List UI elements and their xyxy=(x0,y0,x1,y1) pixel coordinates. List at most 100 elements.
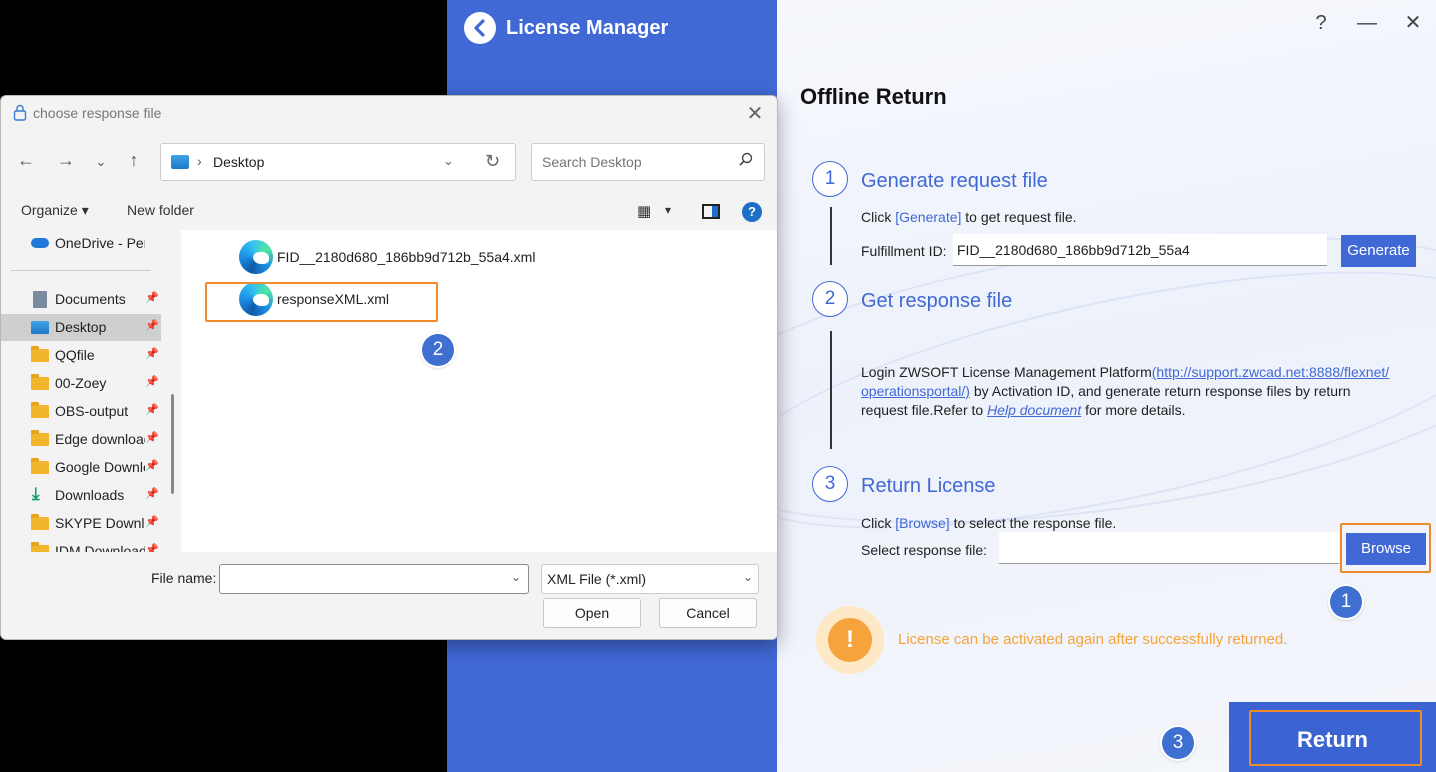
lock-icon xyxy=(13,104,27,124)
help-icon[interactable]: ? xyxy=(1306,10,1336,36)
pin-icon: 📌 xyxy=(145,320,159,332)
nav-item-google-downloads[interactable]: Google Downloads 📌 xyxy=(1,454,161,481)
pin-icon: 📌 xyxy=(145,460,159,472)
page-title: Offline Return xyxy=(800,84,947,109)
navigation-pane: OneDrive - Personal Documents 📌 Desktop … xyxy=(1,230,181,552)
generate-link[interactable]: [Generate] xyxy=(895,209,961,225)
search-input[interactable] xyxy=(531,143,765,181)
chevron-down-icon[interactable]: ▾ xyxy=(665,203,671,217)
annotation-badge-1: 1 xyxy=(1330,586,1362,618)
address-bar[interactable]: › Desktop ⌄ ↻ xyxy=(160,143,516,181)
fulfillment-id-field[interactable]: FID__2180d680_186bb9d712b_55a4 xyxy=(953,234,1327,266)
nav-item-qqfile[interactable]: QQfile 📌 xyxy=(1,342,161,369)
nav-item-edge-downloads[interactable]: Edge downloads 📌 xyxy=(1,426,161,453)
nav-divider xyxy=(11,270,151,271)
edge-browser-icon xyxy=(239,240,273,274)
pin-icon: 📌 xyxy=(145,432,159,444)
organize-button[interactable]: Organize ▾ xyxy=(21,202,89,219)
close-icon[interactable]: ✕ xyxy=(743,101,767,126)
search-icon xyxy=(739,152,753,169)
generate-button[interactable]: Generate xyxy=(1341,235,1416,267)
file-type-select[interactable]: XML File (*.xml) xyxy=(541,564,759,594)
folder-icon xyxy=(31,430,49,446)
nav-item-documents[interactable]: Documents 📌 xyxy=(1,286,161,313)
pin-icon: 📌 xyxy=(145,348,159,360)
browse-link[interactable]: [Browse] xyxy=(895,515,949,531)
annotation-badge-3: 3 xyxy=(1162,727,1194,759)
cloud-icon xyxy=(31,238,49,248)
step-2-description: Login ZWSOFT License Management Platform… xyxy=(861,364,1390,418)
breadcrumb-separator: › xyxy=(197,153,202,169)
document-icon xyxy=(33,291,47,308)
breadcrumb[interactable]: Desktop xyxy=(213,154,264,170)
nav-item-downloads[interactable]: ⤓ Downloads 📌 xyxy=(1,482,161,509)
step-2-number: 2 xyxy=(812,281,848,317)
chevron-down-icon[interactable]: ⌄ xyxy=(511,570,521,584)
preview-pane-icon[interactable] xyxy=(702,204,720,219)
nav-item-desktop[interactable]: Desktop 📌 xyxy=(1,314,161,341)
open-button[interactable]: Open xyxy=(543,598,641,628)
nav-scrollbar[interactable] xyxy=(171,394,174,494)
fulfillment-id-label: Fulfillment ID: xyxy=(861,243,947,259)
back-arrow-icon[interactable]: ← xyxy=(15,150,37,171)
close-icon[interactable]: ✕ xyxy=(1398,10,1428,36)
pin-icon: 📌 xyxy=(145,376,159,388)
app-title: License Manager xyxy=(506,17,669,39)
browse-highlight xyxy=(1340,523,1431,573)
nav-item-skype-downloads[interactable]: SKYPE Downloads 📌 xyxy=(1,510,161,537)
file-name-input[interactable] xyxy=(219,564,529,594)
folder-icon xyxy=(31,458,49,474)
help-icon[interactable]: ? xyxy=(742,202,762,222)
step-2-title: Get response file xyxy=(861,290,1013,312)
pin-icon: 📌 xyxy=(145,544,159,552)
dialog-title: choose response file xyxy=(33,105,162,121)
pin-icon: 📌 xyxy=(145,488,159,500)
help-document-link[interactable]: Help document xyxy=(987,402,1081,418)
pin-icon: 📌 xyxy=(145,292,159,304)
chevron-down-icon[interactable]: ⌄ xyxy=(90,154,112,170)
up-arrow-icon[interactable]: ↑ xyxy=(123,150,145,171)
response-file-field[interactable] xyxy=(999,532,1339,564)
view-options-icon[interactable]: ▦ xyxy=(637,202,651,220)
cancel-button[interactable]: Cancel xyxy=(659,598,757,628)
nav-item-onedrive[interactable]: OneDrive - Personal xyxy=(1,230,161,257)
dialog-footer: File name: ⌄ XML File (*.xml) ⌄ Open Can… xyxy=(1,552,777,639)
platform-url-link[interactable]: (http://support.zwcad.net:8888/flexnet/ xyxy=(1152,364,1389,380)
dialog-titlebar[interactable]: choose response file ✕ xyxy=(1,96,777,130)
response-file-highlight xyxy=(205,282,438,322)
file-item-fid-xml[interactable]: FID__2180d680_186bb9d712b_55a4.xml xyxy=(239,237,579,277)
step-1-instruction: Click [Generate] to get request file. xyxy=(861,209,1077,225)
step-connector xyxy=(830,207,832,265)
nav-item-idm-downloads[interactable]: IDM Downloads 📌 xyxy=(1,538,161,552)
step-3-title: Return License xyxy=(861,475,996,497)
download-icon: ⤓ xyxy=(32,484,40,503)
back-icon[interactable] xyxy=(464,12,496,44)
step-1-number: 1 xyxy=(812,161,848,197)
step-1-title: Generate request file xyxy=(861,170,1048,192)
choose-file-dialog: choose response file ✕ ← → ⌄ ↑ › Desktop… xyxy=(0,95,778,640)
folder-icon xyxy=(31,542,49,552)
desktop-icon xyxy=(31,321,49,334)
nav-item-00-zoey[interactable]: 00-Zoey 📌 xyxy=(1,370,161,397)
pin-icon: 📌 xyxy=(145,404,159,416)
file-name-label: File name: xyxy=(151,570,217,586)
platform-url-link[interactable]: operationsportal/) xyxy=(861,383,970,399)
refresh-icon[interactable]: ↻ xyxy=(485,151,500,172)
folder-icon xyxy=(31,374,49,390)
warning-icon: ! xyxy=(828,618,872,662)
minimize-icon[interactable]: — xyxy=(1352,10,1382,36)
file-list: FID__2180d680_186bb9d712b_55a4.xml respo… xyxy=(181,230,777,552)
nav-item-obs-output[interactable]: OBS-output 📌 xyxy=(1,398,161,425)
new-folder-button[interactable]: New folder xyxy=(127,202,194,218)
forward-arrow-icon[interactable]: → xyxy=(55,150,77,171)
step-3-instruction: Click [Browse] to select the response fi… xyxy=(861,515,1117,531)
chevron-down-icon[interactable]: ⌄ xyxy=(743,570,753,584)
warning-text: License can be activated again after suc… xyxy=(898,631,1288,648)
select-response-label: Select response file: xyxy=(861,542,988,558)
pin-icon: 📌 xyxy=(145,516,159,528)
chevron-down-icon[interactable]: ⌄ xyxy=(443,153,454,169)
desktop-folder-icon xyxy=(171,155,189,169)
folder-icon xyxy=(31,346,49,362)
return-highlight xyxy=(1249,710,1422,766)
folder-icon xyxy=(31,514,49,530)
